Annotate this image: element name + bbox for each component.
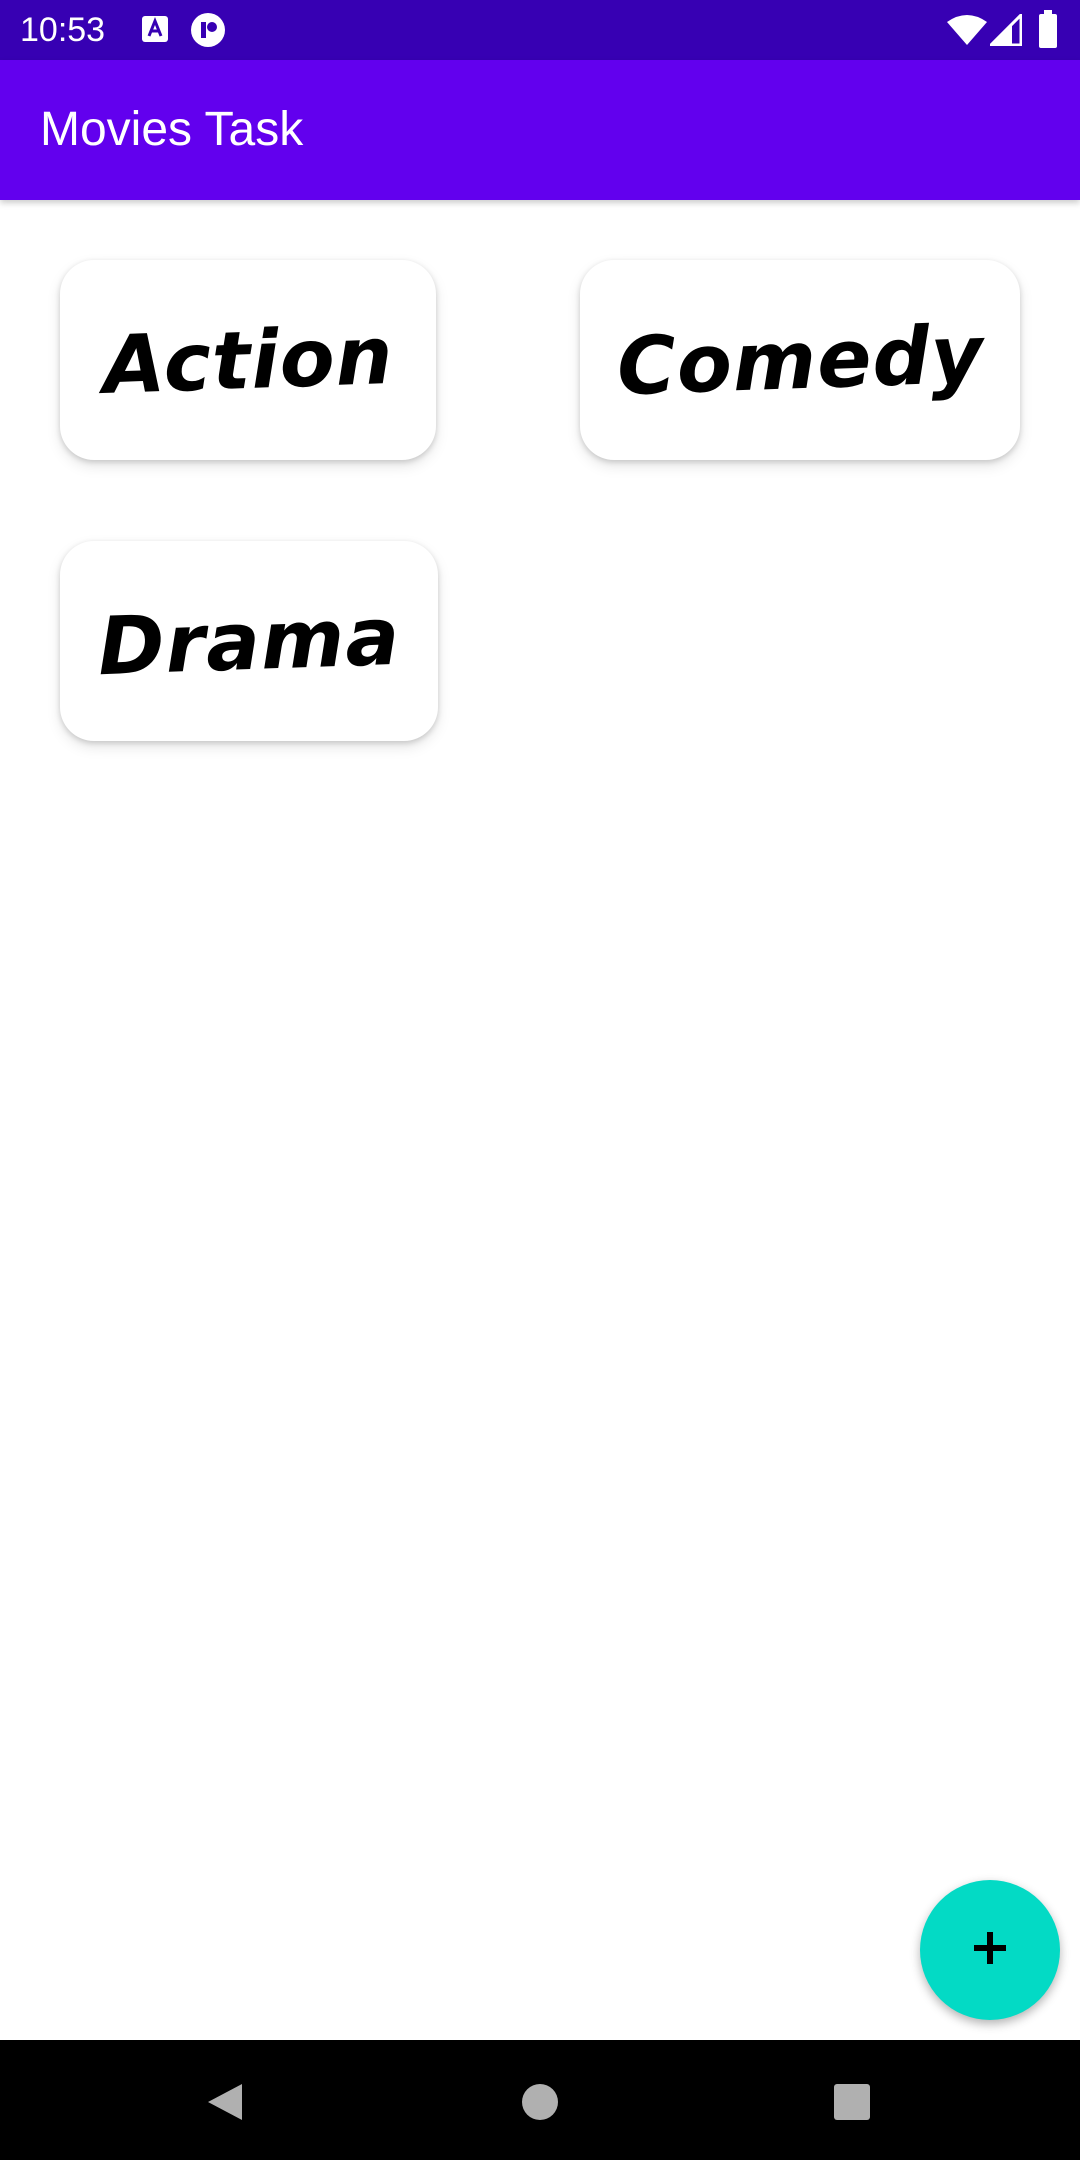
plus-icon bbox=[970, 1928, 1010, 1973]
app-bar: Movies Task bbox=[0, 60, 1080, 200]
genre-label: Drama bbox=[96, 589, 402, 693]
navigation-bar bbox=[0, 2040, 1080, 2160]
add-genre-button[interactable] bbox=[920, 1880, 1060, 2020]
genre-label: Action bbox=[101, 308, 395, 412]
genre-card-drama[interactable]: Drama bbox=[60, 541, 438, 741]
app-notification-icon bbox=[190, 12, 226, 53]
home-icon[interactable] bbox=[518, 2080, 562, 2124]
genre-card-comedy[interactable]: Comedy bbox=[580, 260, 1020, 460]
recents-icon[interactable] bbox=[830, 2080, 874, 2124]
status-bar: 10:53 bbox=[0, 0, 1080, 60]
wifi-icon bbox=[946, 14, 988, 51]
back-icon[interactable] bbox=[204, 2080, 248, 2124]
genre-label: Comedy bbox=[615, 307, 985, 413]
status-time: 10:53 bbox=[20, 11, 106, 49]
genre-card-action[interactable]: Action bbox=[60, 260, 436, 460]
app-title: Movies Task bbox=[40, 103, 304, 156]
text-accessibility-icon bbox=[140, 14, 170, 49]
battery-icon bbox=[1038, 10, 1058, 53]
cell-signal-icon bbox=[987, 11, 1023, 51]
